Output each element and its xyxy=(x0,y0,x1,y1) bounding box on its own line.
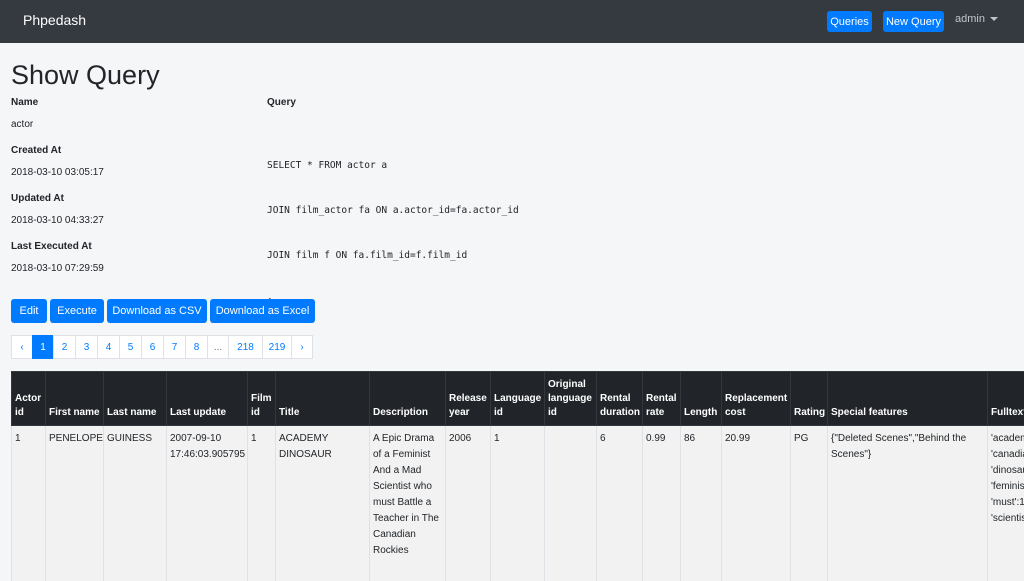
created-at-label: Created At xyxy=(11,145,62,156)
page-link-8[interactable]: 8 xyxy=(185,335,208,359)
table-cell: 1 xyxy=(490,425,545,581)
results-table-container[interactable]: Actor id First name Last name Last update Fi… xyxy=(11,371,1024,581)
brand-logo[interactable]: Phpedash xyxy=(23,12,86,28)
table-cell: 'academi':1 'battl':15 'canadian':20 'di… xyxy=(987,425,1024,581)
user-menu-label: admin xyxy=(955,13,985,25)
table-cell: 1 xyxy=(247,425,276,581)
user-menu[interactable]: admin xyxy=(955,13,998,25)
queries-button[interactable]: Queries xyxy=(827,11,872,32)
table-cell: 2006 xyxy=(445,425,491,581)
page-link-6[interactable]: 6 xyxy=(141,335,164,359)
column-header: Rental duration xyxy=(596,371,643,426)
column-header: Fulltext xyxy=(987,371,1024,426)
table-cell: 20.99 xyxy=(721,425,791,581)
page-link-5[interactable]: 5 xyxy=(119,335,142,359)
top-navbar: Phpedash Queries New Query admin xyxy=(0,0,1024,43)
name-label: Name xyxy=(11,97,39,108)
column-header: Last update xyxy=(166,371,248,426)
table-cell: ACADEMY DINOSAUR xyxy=(275,425,370,581)
page-link-219[interactable]: 219 xyxy=(262,335,292,359)
prev-page-button[interactable]: ‹ xyxy=(11,335,33,359)
table-cell: 2007-09-10 17:46:03.905795 xyxy=(166,425,248,581)
table-cell: {"Deleted Scenes","Behind the Scenes"} xyxy=(827,425,988,581)
table-cell: GUINESS xyxy=(103,425,167,581)
download-excel-button[interactable]: Download as Excel xyxy=(210,299,315,323)
table-cell: 6 xyxy=(596,425,643,581)
column-header: Original language id xyxy=(544,371,597,426)
column-header: Rental rate xyxy=(642,371,681,426)
page-link-3[interactable]: 3 xyxy=(75,335,98,359)
page-ellipsis: ... xyxy=(207,335,229,359)
query-sql: SELECT * FROM actor a JOIN film_actor fa… xyxy=(267,128,519,323)
table-cell: PENELOPE xyxy=(45,425,104,581)
column-header: Last name xyxy=(103,371,167,426)
next-page-button[interactable]: › xyxy=(291,335,313,359)
chevron-down-icon xyxy=(989,17,998,21)
column-header: Language id xyxy=(490,371,545,426)
last-executed-value: 2018-03-10 07:29:59 xyxy=(11,263,104,274)
query-label: Query xyxy=(267,97,296,108)
download-csv-button[interactable]: Download as CSV xyxy=(107,299,207,323)
updated-at-value: 2018-03-10 04:33:27 xyxy=(11,215,104,226)
table-cell: 0.99 xyxy=(642,425,681,581)
edit-button[interactable]: Edit xyxy=(11,299,47,323)
column-header: First name xyxy=(45,371,104,426)
column-header: Description xyxy=(369,371,446,426)
name-value: actor xyxy=(11,119,34,130)
column-header: Rating xyxy=(790,371,828,426)
execute-button[interactable]: Execute xyxy=(50,299,104,323)
page-title: Show Query xyxy=(11,60,160,90)
column-header: Length xyxy=(680,371,722,426)
column-header: Title xyxy=(275,371,370,426)
last-executed-label: Last Executed At xyxy=(11,241,92,252)
query-line: SELECT * FROM actor a xyxy=(267,160,388,171)
query-line: JOIN film_actor fa ON a.actor_id=fa.acto… xyxy=(267,205,519,216)
column-header: Release year xyxy=(445,371,491,426)
table-row: 1 PENELOPE GUINESS 2007-09-10 17:46:03.9057… xyxy=(11,425,1024,581)
results-table: Actor id First name Last name Last update Fi… xyxy=(11,371,1024,581)
table-header-row: Actor id First name Last name Last update Fi… xyxy=(11,371,1024,426)
page-link-7[interactable]: 7 xyxy=(163,335,186,359)
updated-at-label: Updated At xyxy=(11,193,64,204)
column-header: Special features xyxy=(827,371,988,426)
table-cell: A Epic Drama of a Feminist And a Mad Sci… xyxy=(369,425,446,581)
page-link-2[interactable]: 2 xyxy=(53,335,76,359)
column-header: Actor id xyxy=(11,371,46,426)
table-cell: 86 xyxy=(680,425,722,581)
table-cell xyxy=(544,425,597,581)
query-line: JOIN film f ON fa.film_id=f.film_id xyxy=(267,250,468,261)
column-header: Film id xyxy=(247,371,276,426)
pagination: ‹ 1 2 3 4 5 6 7 8... 218 219 › xyxy=(11,335,313,359)
table-cell: 1 xyxy=(11,425,46,581)
table-cell: PG xyxy=(790,425,828,581)
new-query-button[interactable]: New Query xyxy=(883,11,944,32)
created-at-value: 2018-03-10 03:05:17 xyxy=(11,167,104,178)
page-link-4[interactable]: 4 xyxy=(97,335,120,359)
page-link-1[interactable]: 1 xyxy=(32,335,54,359)
page-link-218[interactable]: 218 xyxy=(228,335,263,359)
column-header: Replacement cost xyxy=(721,371,791,426)
